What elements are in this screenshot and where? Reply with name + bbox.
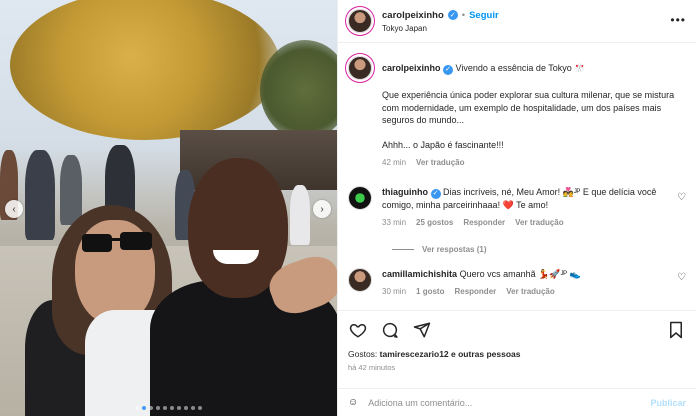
carousel-dot bbox=[177, 406, 181, 410]
comment-likes[interactable]: 1 gosto bbox=[416, 286, 444, 299]
post-username[interactable]: carolpeixinho bbox=[382, 10, 444, 21]
more-options-icon[interactable]: ••• bbox=[670, 13, 686, 27]
chevron-left-icon: ‹ bbox=[12, 203, 16, 215]
comment-text: Quero vcs amanhã 💃🚀ᴶᴾ 👟 bbox=[459, 269, 581, 279]
post-panel: carolpeixinho ✓ • Seguir Tokyo Japan •••… bbox=[337, 0, 696, 416]
share-send-icon[interactable] bbox=[412, 320, 432, 340]
caption-headline: Vivendo a essência de Tokyo 🎌 bbox=[455, 63, 586, 73]
caption-time[interactable]: 42 min bbox=[382, 157, 406, 170]
comment-username[interactable]: camillamichishita bbox=[382, 269, 457, 279]
like-comment-heart-icon[interactable]: ♡ bbox=[677, 272, 686, 283]
carousel-dot bbox=[163, 406, 167, 410]
caption: carolpeixinho ✓ Vivendo a essência de To… bbox=[348, 56, 686, 170]
carousel-dot bbox=[142, 406, 146, 410]
caption-username[interactable]: carolpeixinho bbox=[382, 63, 441, 73]
see-translation-link[interactable]: Ver tradução bbox=[515, 217, 563, 230]
carousel-dot bbox=[156, 406, 160, 410]
comment-input[interactable] bbox=[368, 397, 651, 408]
comment-time[interactable]: 33 min bbox=[382, 217, 406, 230]
post-location[interactable]: Tokyo Japan bbox=[382, 24, 499, 33]
see-translation-link[interactable]: Ver tradução bbox=[506, 286, 554, 299]
follow-button[interactable]: Seguir bbox=[469, 10, 499, 21]
reply-button[interactable]: Responder bbox=[454, 286, 496, 299]
crowd-person bbox=[290, 185, 310, 245]
separator-dot: • bbox=[461, 9, 466, 21]
carousel-dot bbox=[191, 406, 195, 410]
likes-user[interactable]: tamirescezario12 bbox=[380, 349, 449, 359]
caption-closing: Ahhh... o Japão é fascinante!!! bbox=[382, 139, 504, 150]
comment-likes[interactable]: 25 gostos bbox=[416, 217, 453, 230]
post-header: carolpeixinho ✓ • Seguir Tokyo Japan ••• bbox=[338, 0, 696, 43]
crowd-person bbox=[60, 155, 82, 225]
comment-item: camillamichishita Quero vcs amanhã 💃🚀ᴶᴾ … bbox=[348, 268, 686, 298]
man-smile bbox=[213, 250, 259, 264]
avatar[interactable] bbox=[348, 268, 372, 292]
comment-bubble-icon[interactable] bbox=[380, 320, 400, 340]
sunglasses bbox=[82, 232, 152, 252]
caption-body: Que experiência única poder explorar sua… bbox=[382, 90, 675, 126]
verified-badge-icon: ✓ bbox=[430, 189, 441, 199]
post-actions: Gostos: tamirescezario12 e outras pessoa… bbox=[338, 310, 696, 372]
carousel-dots bbox=[0, 406, 337, 410]
avatar[interactable] bbox=[348, 185, 372, 210]
likes-suffix[interactable]: e outras pessoas bbox=[449, 349, 520, 359]
carousel-prev-button[interactable]: ‹ bbox=[5, 200, 23, 218]
add-comment-bar: ☺ Publicar bbox=[338, 388, 696, 416]
bookmark-icon[interactable] bbox=[666, 320, 686, 340]
carousel-next-button[interactable]: › bbox=[313, 200, 331, 218]
verified-badge-icon: ✓ bbox=[447, 10, 458, 20]
like-comment-heart-icon[interactable]: ♡ bbox=[677, 192, 686, 203]
verified-badge-icon: ✓ bbox=[443, 65, 454, 76]
carousel-dot bbox=[184, 406, 188, 410]
post-photo[interactable]: ‹ › bbox=[0, 0, 337, 416]
comment-item: thiaguinho ✓ Dias incríveis, né, Meu Amo… bbox=[348, 185, 686, 230]
likes-summary: Gostos: tamirescezario12 e outras pessoa… bbox=[348, 349, 686, 359]
replies-line bbox=[392, 249, 414, 250]
like-heart-icon[interactable] bbox=[348, 320, 368, 340]
view-replies-label: Ver respostas (1) bbox=[422, 245, 487, 254]
crowd-person bbox=[25, 150, 55, 240]
comment-time[interactable]: 30 min bbox=[382, 286, 406, 299]
comment-username[interactable]: thiaguinho bbox=[382, 187, 428, 197]
view-replies-button[interactable]: Ver respostas (1) bbox=[392, 245, 686, 254]
avatar[interactable] bbox=[348, 9, 372, 33]
carousel-dot bbox=[135, 406, 139, 410]
see-translation-link[interactable]: Ver tradução bbox=[416, 157, 464, 170]
carousel-dot bbox=[149, 406, 153, 410]
emoji-smiley-icon[interactable]: ☺ bbox=[348, 397, 358, 408]
carousel-dot bbox=[198, 406, 202, 410]
carousel-dot bbox=[170, 406, 174, 410]
posted-time[interactable]: há 42 minutos bbox=[348, 363, 686, 372]
reply-button[interactable]: Responder bbox=[463, 217, 505, 230]
comments-section: carolpeixinho ✓ Vivendo a essência de To… bbox=[348, 52, 686, 298]
likes-prefix: Gostos: bbox=[348, 349, 380, 359]
avatar[interactable] bbox=[348, 56, 372, 80]
publish-button[interactable]: Publicar bbox=[650, 398, 686, 408]
chevron-right-icon: › bbox=[320, 203, 324, 215]
